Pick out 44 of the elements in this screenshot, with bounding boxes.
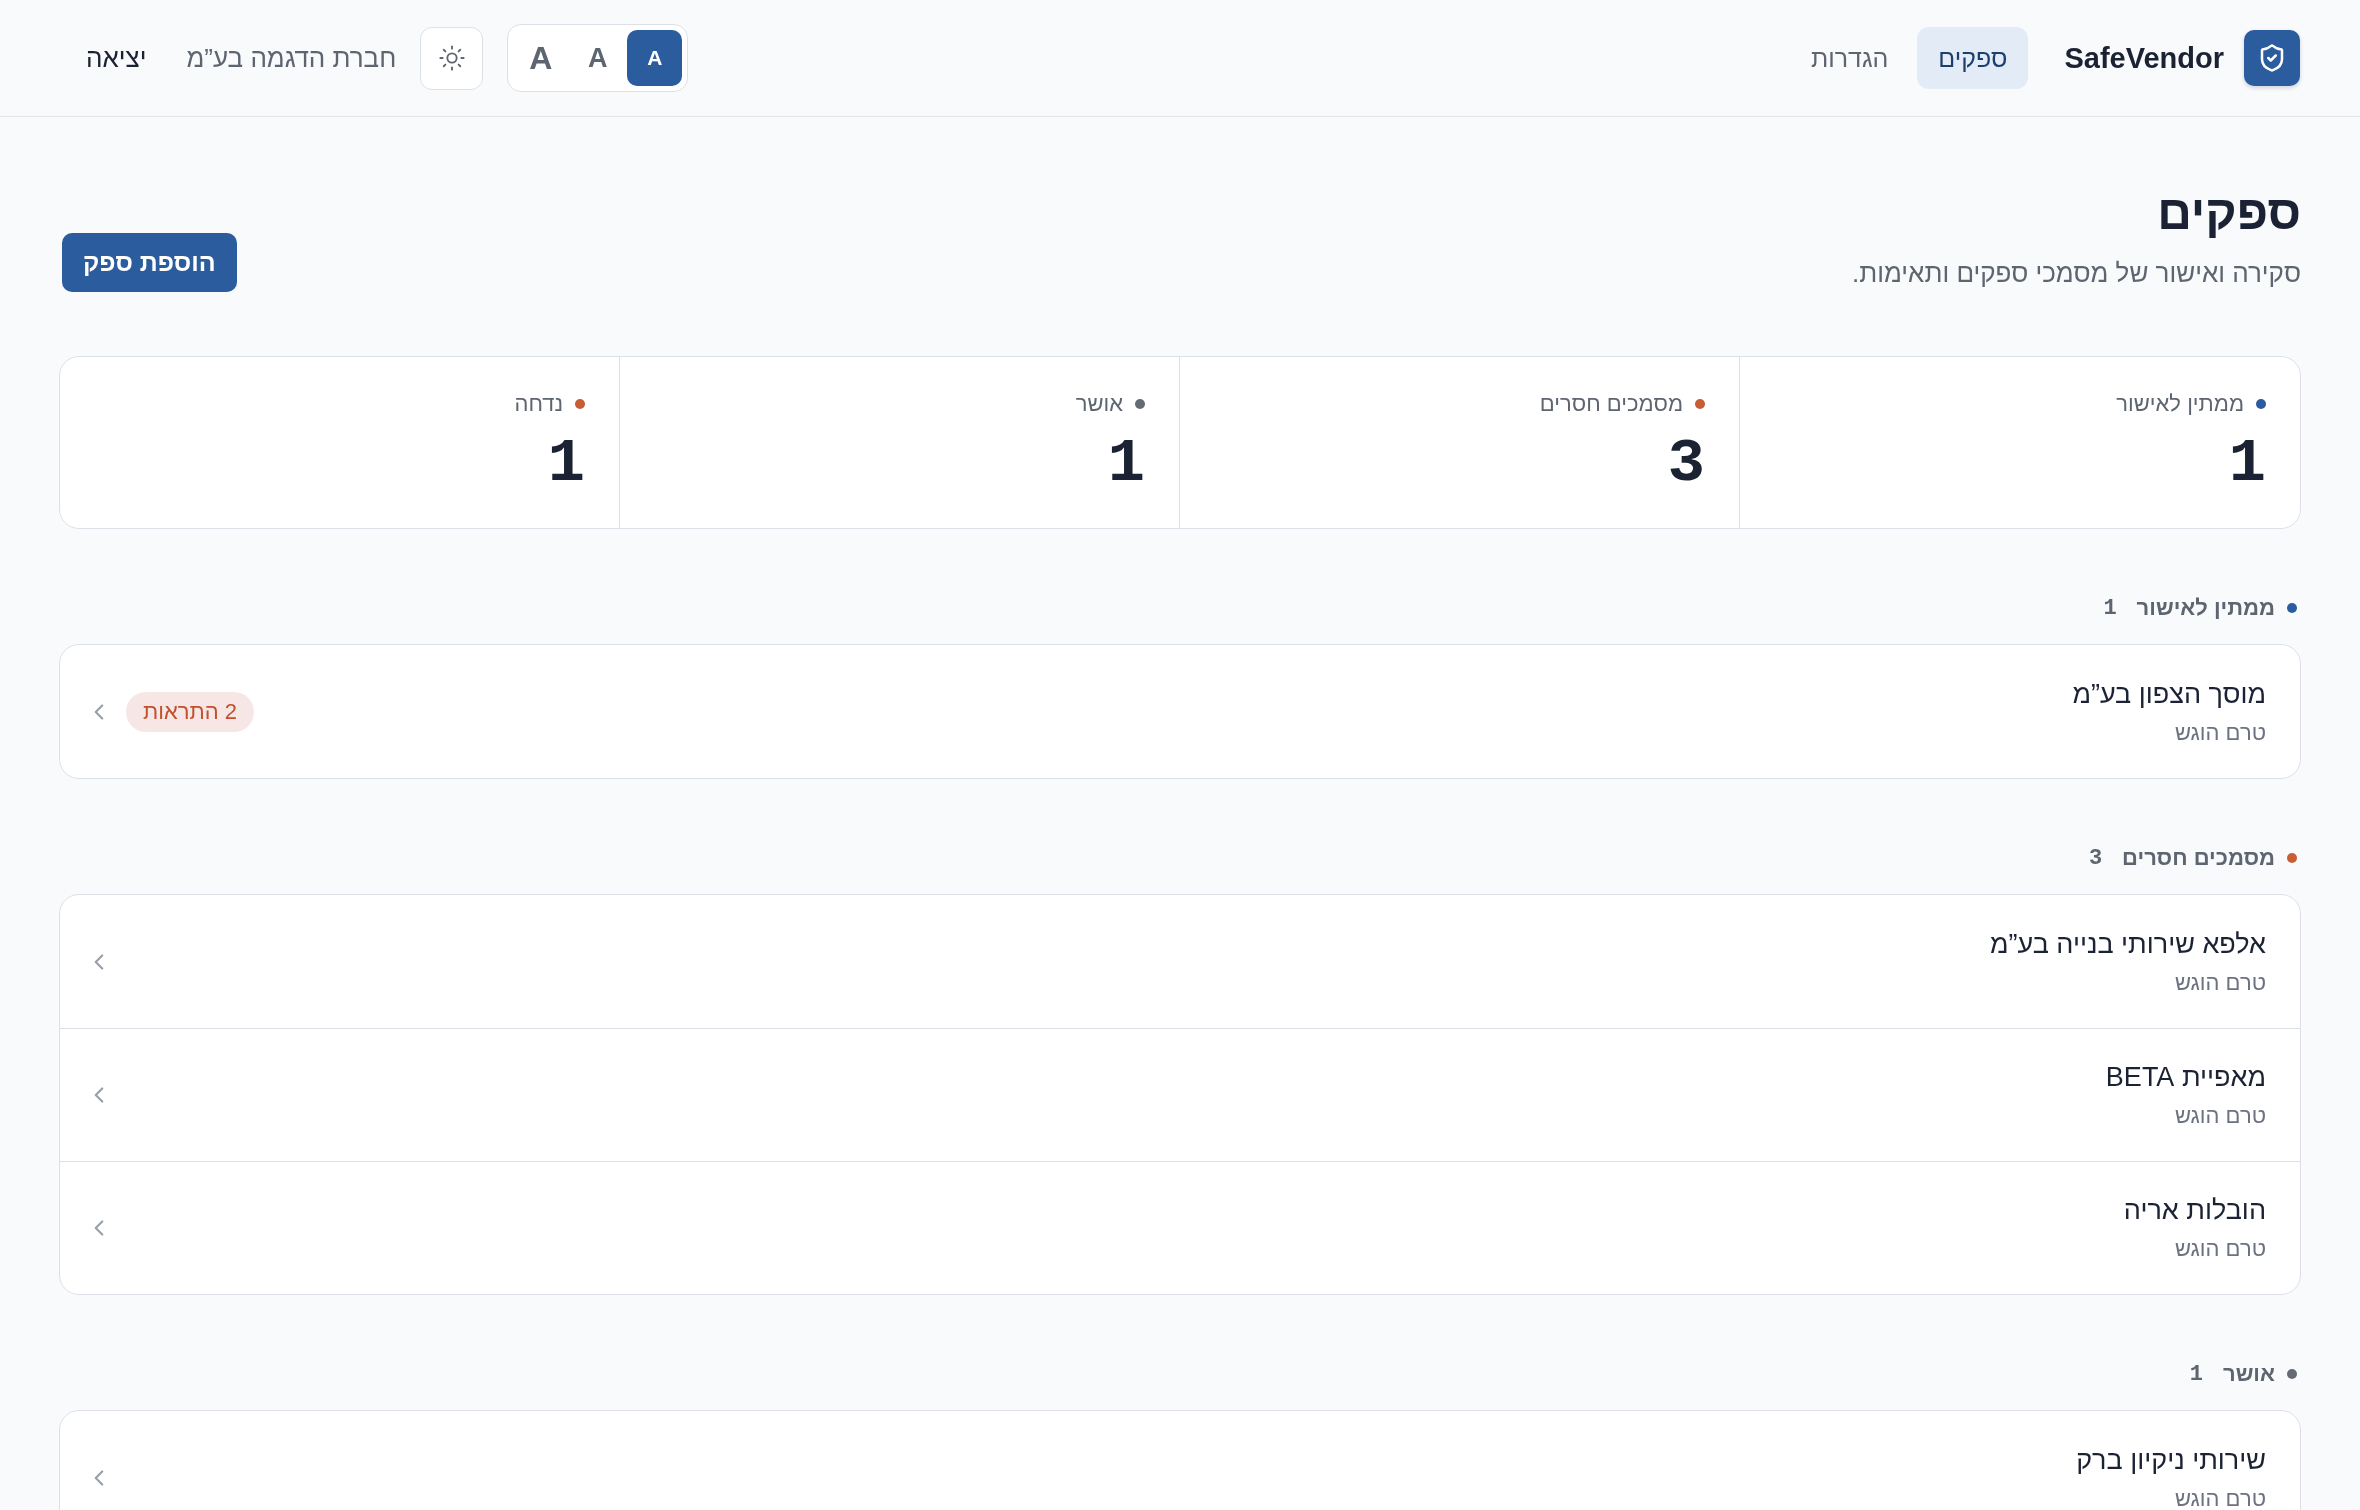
vendor-status: טרם הוגש xyxy=(2174,1102,2266,1130)
vendor-row[interactable]: שירותי ניקיון ברק טרם הוגש xyxy=(60,1411,2300,1510)
vendor-row[interactable]: אלפא שירותי בנייה בע”מ טרם הוגש xyxy=(60,895,2300,1028)
stat-value: 3 xyxy=(1667,429,1705,499)
theme-toggle-button[interactable] xyxy=(420,26,484,90)
font-size-button[interactable]: A xyxy=(513,30,569,86)
group-count: 3 xyxy=(2088,845,2103,871)
vendor-status: טרם הוגש xyxy=(2174,1484,2266,1510)
vendor-name: מוסך הצפון בע”מ xyxy=(2072,677,2266,711)
nav-tab[interactable]: ספקים xyxy=(1917,27,2029,89)
vendor-name: מאפיית BETA xyxy=(2105,1061,2266,1094)
font-size-button[interactable]: A xyxy=(570,30,626,86)
company-name: חברת הדגמה בע”מ xyxy=(186,42,397,74)
page-title: ספקים xyxy=(2156,185,2301,241)
group-title: ממתין לאישור xyxy=(2136,595,2275,621)
logout-button[interactable]: יציאה xyxy=(70,34,163,82)
stat-value: 1 xyxy=(547,429,585,499)
vendor-status: טרם הוגש xyxy=(2174,718,2266,747)
group-count: 1 xyxy=(2103,595,2117,621)
sun-icon xyxy=(437,44,466,72)
vendor-row[interactable]: מאפיית BETA טרם הוגש xyxy=(60,1028,2300,1161)
add-vendor-button[interactable]: הוספת ספק xyxy=(62,233,237,292)
vendor-name: הובלות אריה xyxy=(2123,1194,2266,1227)
vendor-name: שירותי ניקיון ברק xyxy=(2076,1443,2266,1477)
stat-value: 1 xyxy=(2228,429,2266,499)
page-subtitle: סקירה ואישור של מסמכי ספקים ותאימות. xyxy=(1852,257,2301,290)
group-title: אושר xyxy=(2222,1361,2275,1387)
vendor-row[interactable]: הובלות אריה טרם הוגש xyxy=(60,1161,2300,1294)
shield-check-icon xyxy=(2244,30,2300,86)
vendor-row[interactable]: מוסך הצפון בע”מ טרם הוגש 2 התראות xyxy=(60,645,2300,778)
group-title: מסמכים חסרים xyxy=(2122,845,2275,871)
vendor-status: טרם הוגש xyxy=(2174,1235,2266,1263)
vendor-name: אלפא שירותי בנייה בע”מ xyxy=(1989,927,2266,961)
alerts-badge: 2 התראות xyxy=(126,691,254,732)
brand-name: SafeVendor xyxy=(2064,41,2224,75)
stat-value: 1 xyxy=(1107,429,1145,499)
stat-label: ממתין לאישור xyxy=(2116,390,2244,418)
stat-label: מסמכים חסרים xyxy=(1539,390,1683,418)
vendor-status: טרם הוגש xyxy=(2174,968,2266,997)
stat-label: נדחה xyxy=(514,390,563,418)
stat-label: אושר xyxy=(1075,390,1123,418)
font-size-button[interactable]: A xyxy=(627,30,683,86)
nav-tab[interactable]: הגדרות xyxy=(1789,27,1910,89)
group-count: 1 xyxy=(2189,1361,2203,1387)
